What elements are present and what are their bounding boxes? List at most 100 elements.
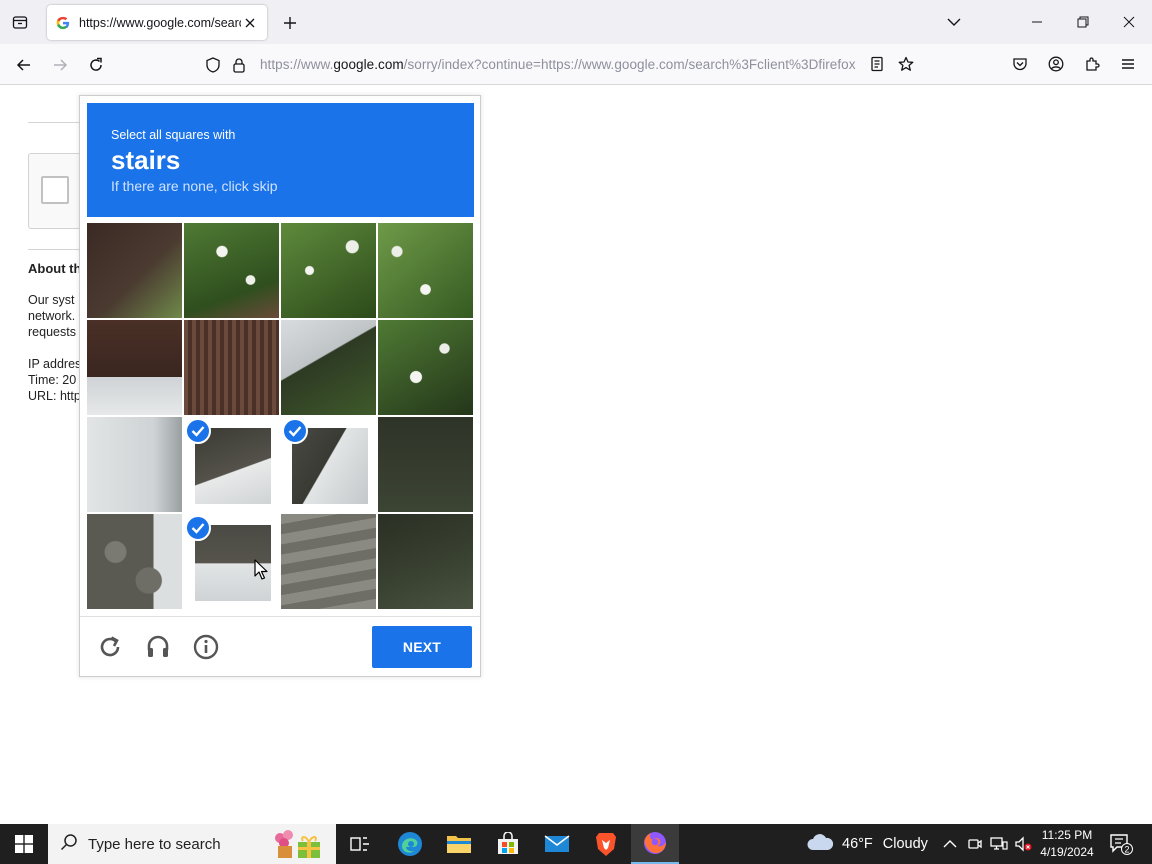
tile-image — [184, 320, 279, 415]
windows-start-icon[interactable] — [0, 824, 48, 864]
microsoft-store-icon[interactable] — [484, 824, 532, 864]
image-tile[interactable] — [378, 514, 473, 609]
footer-divider — [80, 616, 480, 617]
image-tile[interactable] — [184, 320, 279, 415]
tile-image — [184, 223, 279, 318]
address-bar[interactable]: https://www.google.com/sorry/index?conti… — [196, 49, 924, 80]
notification-count: 2 — [1124, 845, 1129, 855]
network-icon[interactable] — [989, 834, 1009, 854]
page-paragraph-line: Our syst — [28, 293, 75, 307]
account-icon[interactable] — [1043, 51, 1069, 77]
tab-close-icon[interactable] — [241, 14, 259, 32]
minimize-icon[interactable] — [1014, 0, 1060, 44]
volume-muted-icon[interactable] — [1013, 834, 1033, 854]
weather-widget[interactable]: 46°F Cloudy — [806, 824, 928, 864]
search-icon — [60, 833, 78, 856]
image-tile[interactable] — [281, 514, 376, 609]
tile-image — [378, 417, 473, 512]
time-line: Time: 20 — [28, 373, 77, 387]
windows-taskbar: Type here to search 46°F Cloudy 11:25 PM… — [0, 824, 1152, 864]
firefox-view-icon[interactable] — [8, 10, 32, 34]
image-tile[interactable] — [87, 514, 182, 609]
tile-image — [378, 514, 473, 609]
image-tile[interactable] — [184, 223, 279, 318]
ip-address-line: IP addres — [28, 357, 82, 371]
page-paragraph-line: requests — [28, 325, 76, 339]
challenge-instruction: Select all squares with — [111, 128, 236, 142]
next-button[interactable]: NEXT — [372, 626, 472, 668]
image-tile[interactable] — [184, 417, 279, 512]
flower-gift-decoration-icon — [270, 828, 326, 864]
meet-now-icon[interactable] — [965, 834, 985, 854]
weather-description: Cloudy — [882, 836, 928, 852]
image-tile[interactable] — [378, 320, 473, 415]
challenge-header: Select all squares with stairs If there … — [87, 103, 474, 217]
new-tab-icon[interactable] — [278, 11, 302, 35]
tile-selected-check-icon — [185, 418, 211, 444]
list-all-tabs-icon[interactable] — [942, 11, 966, 33]
google-favicon-icon — [55, 15, 71, 31]
reload-challenge-icon[interactable] — [95, 632, 125, 662]
cloud-icon — [806, 833, 834, 855]
image-tile[interactable] — [87, 320, 182, 415]
clock-time: 11:25 PM — [1041, 828, 1093, 842]
tile-image — [378, 320, 473, 415]
tile-selected-check-icon — [185, 515, 211, 541]
tile-image — [378, 223, 473, 318]
url-line: URL: http — [28, 389, 81, 403]
firefox-taskbar-icon[interactable] — [631, 824, 679, 864]
image-tile[interactable] — [281, 223, 376, 318]
image-tile[interactable] — [378, 417, 473, 512]
extensions-puzzle-icon[interactable] — [1079, 51, 1105, 77]
lock-icon[interactable] — [226, 52, 252, 78]
url-host: google.com — [333, 57, 404, 72]
tab-strip: https://www.google.com/search — [0, 0, 1152, 44]
system-clock[interactable]: 11:25 PM 4/19/2024 — [1036, 827, 1098, 861]
pocket-icon[interactable] — [1007, 51, 1033, 77]
mail-icon[interactable] — [533, 824, 581, 864]
tile-image — [87, 223, 182, 318]
task-view-icon[interactable] — [336, 824, 384, 864]
reader-view-icon[interactable] — [864, 51, 890, 77]
browser-tab[interactable]: https://www.google.com/search — [47, 5, 267, 40]
notification-center-icon[interactable]: 2 — [1108, 832, 1134, 856]
recaptcha-checkbox[interactable] — [41, 176, 69, 204]
image-tile[interactable] — [281, 320, 376, 415]
edge-browser-icon[interactable] — [386, 824, 434, 864]
back-icon[interactable] — [11, 52, 37, 78]
clock-date: 4/19/2024 — [1040, 845, 1094, 859]
brave-browser-icon[interactable] — [582, 824, 630, 864]
forward-icon[interactable] — [47, 52, 73, 78]
tab-title: https://www.google.com/search — [79, 15, 241, 30]
taskbar-search-placeholder: Type here to search — [88, 835, 221, 853]
restore-icon[interactable] — [1060, 0, 1106, 44]
tile-image — [281, 223, 376, 318]
tile-image — [87, 417, 182, 512]
reload-icon[interactable] — [83, 52, 109, 78]
image-tile[interactable] — [378, 223, 473, 318]
challenge-hint: If there are none, click skip — [111, 178, 278, 194]
url-text[interactable]: https://www.google.com/sorry/index?conti… — [260, 57, 864, 72]
tile-image — [87, 320, 182, 415]
url-path: /sorry/index?continue=https://www.google… — [403, 57, 856, 72]
bookmark-star-icon[interactable] — [893, 51, 919, 77]
audio-challenge-headphones-icon[interactable] — [143, 632, 173, 662]
taskbar-search-box[interactable]: Type here to search — [48, 824, 336, 864]
tile-selected-check-icon — [282, 418, 308, 444]
image-tile[interactable] — [87, 417, 182, 512]
challenge-keyword: stairs — [111, 145, 181, 175]
navigation-toolbar: https://www.google.com/sorry/index?conti… — [0, 44, 1152, 85]
help-info-icon[interactable] — [191, 632, 221, 662]
image-grid — [87, 223, 474, 610]
tile-image — [281, 514, 376, 609]
image-tile[interactable] — [281, 417, 376, 512]
file-explorer-icon[interactable] — [435, 824, 483, 864]
image-tile[interactable] — [87, 223, 182, 318]
tracking-protection-shield-icon[interactable] — [200, 52, 226, 78]
tile-image — [87, 514, 182, 609]
hamburger-menu-icon[interactable] — [1115, 51, 1141, 77]
show-hidden-icons-chevron-icon[interactable] — [940, 834, 960, 854]
window-close-icon[interactable] — [1106, 0, 1152, 44]
mouse-pointer-icon — [254, 559, 268, 580]
page-paragraph-line: network. — [28, 309, 76, 323]
